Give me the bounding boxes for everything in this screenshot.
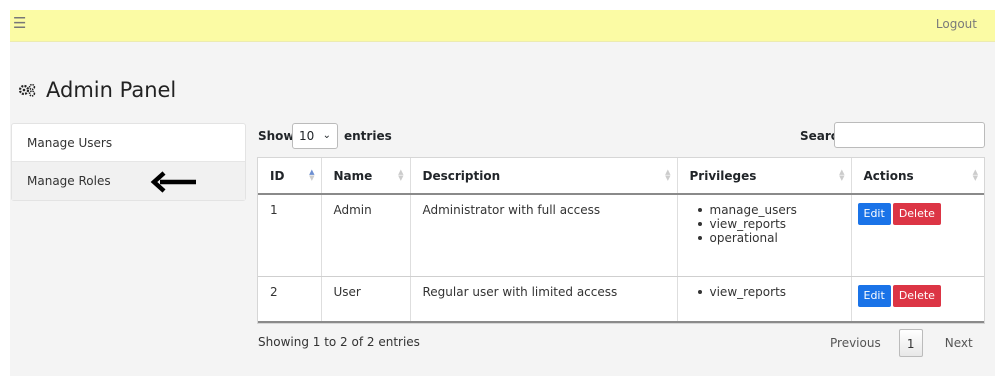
cell-id: 1 bbox=[258, 194, 322, 277]
entries-select[interactable]: 10 ⌄ bbox=[292, 123, 338, 149]
cell-description: Regular user with limited access bbox=[410, 276, 678, 323]
page-header: Admin Panel bbox=[18, 78, 176, 102]
table-row: 2 User Regular user with limited access … bbox=[258, 276, 984, 323]
admin-page: ☰ Logout Admin Panel Manage Users Manage… bbox=[10, 10, 995, 376]
previous-page-button[interactable]: Previous bbox=[830, 336, 881, 350]
sort-icon: ▲ ▼ bbox=[972, 168, 978, 182]
cell-privileges: view_reports bbox=[677, 276, 852, 323]
roles-table: ID ▲ ▼ Name ▲ ▼ Description ▲ ▼ Privileges … bbox=[257, 157, 985, 324]
column-header-id[interactable]: ID ▲ ▼ bbox=[258, 158, 322, 195]
hamburger-icon[interactable]: ☰ bbox=[13, 15, 26, 31]
cogs-icon bbox=[18, 83, 36, 97]
privilege-item: manage_users bbox=[697, 203, 851, 217]
privilege-item: operational bbox=[697, 231, 851, 245]
column-header-label: Description bbox=[422, 168, 501, 183]
sort-icon: ▲ ▼ bbox=[309, 168, 315, 182]
cell-description: Administrator with full access bbox=[410, 194, 678, 277]
sort-icon: ▲ ▼ bbox=[839, 168, 845, 182]
sidebar-nav: Manage Users Manage Roles bbox=[11, 123, 246, 201]
column-header-label: Privileges bbox=[689, 168, 757, 183]
cell-actions: Edit Delete bbox=[851, 194, 984, 277]
cell-id: 2 bbox=[258, 276, 322, 323]
column-header-actions[interactable]: Actions ▲ ▼ bbox=[851, 158, 984, 195]
cell-name: User bbox=[321, 276, 411, 323]
pagination: Previous 1 Next bbox=[830, 328, 973, 358]
entries-select-value: 10 bbox=[299, 129, 315, 143]
column-header-label: ID bbox=[270, 168, 285, 183]
column-header-label: Name bbox=[333, 168, 373, 183]
table-info: Showing 1 to 2 of 2 entries bbox=[258, 335, 420, 349]
left-arrow-icon bbox=[150, 171, 196, 193]
sidebar-item-label: Manage Roles bbox=[27, 174, 111, 188]
table-controls: Show 10 ⌄ entries Search: bbox=[258, 122, 985, 150]
column-header-label: Actions bbox=[863, 168, 914, 183]
top-navbar: ☰ Logout bbox=[10, 10, 995, 42]
delete-button[interactable]: Delete bbox=[892, 203, 941, 225]
privilege-item: view_reports bbox=[697, 285, 851, 299]
privilege-item: view_reports bbox=[697, 217, 851, 231]
delete-button[interactable]: Delete bbox=[892, 284, 941, 307]
cell-name: Admin bbox=[321, 194, 411, 277]
logout-link[interactable]: Logout bbox=[936, 17, 977, 31]
privileges-list: manage_users view_reports operational bbox=[690, 203, 851, 245]
page-1-button[interactable]: 1 bbox=[898, 329, 923, 357]
edit-button[interactable]: Edit bbox=[857, 203, 891, 225]
cell-privileges: manage_users view_reports operational bbox=[677, 194, 852, 277]
table-header-row: ID ▲ ▼ Name ▲ ▼ Description ▲ ▼ Privileges … bbox=[258, 158, 984, 195]
privileges-list: view_reports bbox=[690, 285, 851, 299]
entries-label: entries bbox=[344, 129, 392, 143]
page-title: Admin Panel bbox=[46, 78, 177, 102]
table-row: 1 Admin Administrator with full access m… bbox=[258, 194, 984, 277]
sort-icon: ▲ ▼ bbox=[665, 168, 671, 182]
cell-actions: Edit Delete bbox=[851, 276, 984, 323]
search-input[interactable] bbox=[834, 122, 985, 148]
sidebar-item-manage-roles[interactable]: Manage Roles bbox=[12, 162, 245, 200]
column-header-privileges[interactable]: Privileges ▲ ▼ bbox=[677, 158, 852, 195]
sidebar-item-manage-users[interactable]: Manage Users bbox=[12, 124, 245, 162]
column-header-name[interactable]: Name ▲ ▼ bbox=[321, 158, 411, 195]
show-label: Show bbox=[258, 129, 295, 143]
chevron-down-icon: ⌄ bbox=[322, 130, 331, 141]
sort-icon: ▲ ▼ bbox=[398, 168, 404, 182]
next-page-button[interactable]: Next bbox=[945, 336, 973, 350]
column-header-description[interactable]: Description ▲ ▼ bbox=[410, 158, 678, 195]
edit-button[interactable]: Edit bbox=[857, 284, 891, 307]
sidebar-item-label: Manage Users bbox=[27, 136, 113, 150]
